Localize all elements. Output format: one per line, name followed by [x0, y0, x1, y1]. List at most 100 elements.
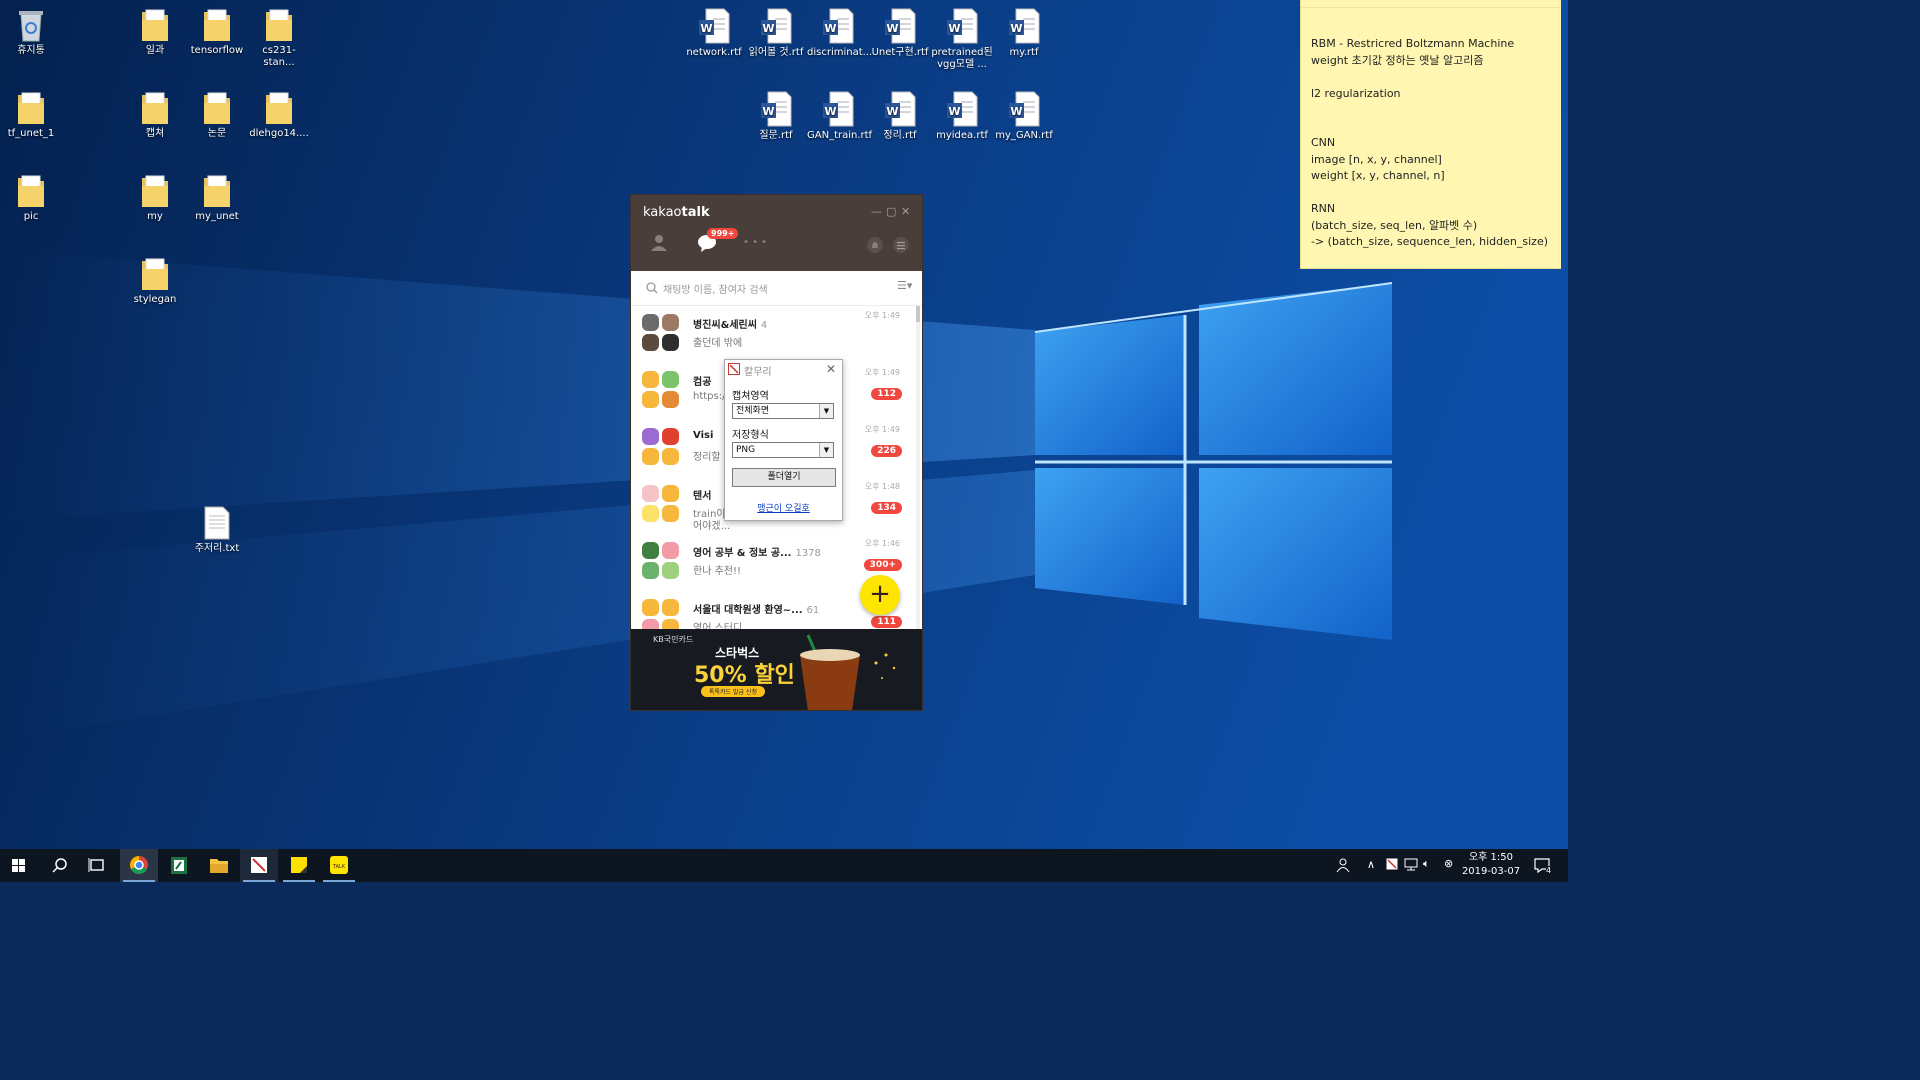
recycle-bin-icon	[19, 11, 43, 42]
desktop-icon[interactable]: W 질문.rtf	[745, 91, 807, 142]
ime-icon[interactable]: ⊗	[1444, 857, 1453, 870]
desktop-icon[interactable]: pic	[0, 174, 62, 223]
desktop-icon[interactable]: W GAN_train.rtf	[807, 91, 873, 142]
desktop-icon[interactable]: tensorflow	[186, 8, 248, 57]
folder-icon	[142, 92, 168, 124]
word-doc-icon: W	[1009, 8, 1040, 44]
svg-text:W: W	[1010, 22, 1022, 35]
avatar-tile	[642, 314, 659, 331]
desktop-icon[interactable]: tf_unet_1	[0, 91, 62, 140]
avatar-tile	[642, 619, 659, 629]
friends-tab-icon[interactable]	[651, 234, 667, 251]
more-tab-icon[interactable]: • • •	[743, 237, 767, 248]
svg-text:W: W	[1010, 105, 1022, 118]
desktop-icon[interactable]: cs231-stan...	[248, 8, 310, 69]
desktop-icon[interactable]: Wmy_GAN.rtf	[993, 91, 1055, 142]
network-icon[interactable]	[1404, 858, 1418, 871]
desktop-icon[interactable]: stylegan	[124, 257, 186, 306]
sort-menu-icon[interactable]: ☰▾	[897, 279, 912, 292]
sticky-notes-icon	[291, 857, 307, 873]
desktop-icon[interactable]: my	[124, 174, 186, 223]
desktop-icon[interactable]: W 읽어볼 것.rtf	[745, 8, 807, 59]
kakaotalk-icon: TALK	[330, 856, 348, 874]
close-button[interactable]: ✕	[901, 205, 910, 218]
folder-icon	[266, 92, 292, 124]
desktop-icon-label: my.rtf	[1009, 47, 1039, 58]
author-link[interactable]: 맹근이 오길호	[725, 501, 842, 514]
start-button[interactable]	[0, 849, 38, 882]
sticky-note-line: RNN	[1311, 202, 1336, 215]
desktop-icon-label: pretrained된	[931, 47, 993, 58]
chevron-up-icon[interactable]: ∧	[1367, 858, 1375, 871]
desktop-icon[interactable]: W 정리.rtf	[869, 91, 931, 142]
menu-icon[interactable]	[893, 237, 909, 253]
task-view-icon[interactable]	[78, 849, 116, 882]
save-format-select[interactable]: PNG ▼	[732, 442, 834, 458]
sticky-note-line: l2 regularization	[1311, 86, 1401, 100]
desktop-icon-label: stylegan	[133, 294, 177, 305]
desktop-icon[interactable]: 주저리.txt	[186, 506, 248, 555]
desktop-icon[interactable]: my_unet	[186, 174, 248, 223]
desktop-icon-label: dlehgo14....	[249, 128, 309, 139]
chat-name: 컴공	[693, 373, 715, 388]
desktop-icon[interactable]: 일과	[124, 8, 186, 57]
desktop-icon-label: myidea.rtf	[936, 130, 988, 141]
sticky-note[interactable]: RBM - Restricred Boltzmann Machine weight…	[1300, 0, 1561, 269]
desktop-icon-label: GAN_train.rtf	[807, 130, 873, 141]
taskbar-sticky-notes[interactable]	[280, 849, 318, 882]
search-input[interactable]: 채팅방 이름, 참여자 검색	[663, 281, 768, 296]
capture-dialog[interactable]: 칼무리 ✕ 캡쳐영역 전체화면 ▼ 저장형식 PNG ▼ 폴더열기 맹근이 오길…	[724, 359, 843, 521]
desktop-icon[interactable]: Wdiscriminat...	[807, 8, 872, 59]
taskbar-chrome[interactable]	[120, 849, 158, 882]
chat-search-bar[interactable]: 채팅방 이름, 참여자 검색 ☰▾	[631, 271, 922, 306]
desktop-icon[interactable]: Wmyidea.rtf	[931, 91, 993, 142]
desktop-icon[interactable]: 휴지통	[0, 8, 62, 57]
desktop-icon-label: my	[147, 211, 163, 222]
chat-list-scrollbar[interactable]	[916, 306, 920, 629]
desktop-icon[interactable]: W Unet구현.rtf	[869, 8, 931, 59]
taskbar-kakaotalk[interactable]: TALK	[320, 849, 358, 882]
unread-badge: 226	[871, 445, 902, 457]
chevron-down-icon[interactable]: ▼	[819, 443, 833, 457]
chevron-down-icon[interactable]: ▼	[819, 404, 833, 418]
kakaotalk-header: kakaotalk — ▢ ✕ 999+ • • •	[631, 195, 922, 271]
word-doc-icon: W	[947, 8, 978, 44]
desktop-icon[interactable]: Wnetwork.rtf	[683, 8, 745, 59]
capture-area-select[interactable]: 전체화면 ▼	[732, 403, 834, 419]
desktop-icon[interactable]: 캡쳐	[124, 91, 186, 140]
taskbar-file-explorer[interactable]	[200, 849, 238, 882]
avatar-tile	[662, 371, 679, 388]
search-icon[interactable]	[40, 849, 78, 882]
taskbar-excel[interactable]	[160, 849, 198, 882]
desktop-icon-label: 캡쳐	[145, 128, 165, 139]
sticky-note-titlebar[interactable]	[1301, 0, 1561, 8]
system-clock[interactable]: 오후 1:50 2019-03-07	[1458, 851, 1524, 879]
ad-banner[interactable]: KB국민카드 스타벅스 50% 할인 톡톡카드 발급 신청	[631, 629, 922, 710]
notification-badge: 999+	[707, 228, 739, 239]
chat-name-text: 서울대 대학원생 환영~...	[693, 605, 803, 616]
desktop-icon[interactable]: Wpretrained된 vgg모델 ...	[931, 8, 993, 71]
desktop-icon[interactable]: Wmy.rtf	[993, 8, 1055, 59]
kakaotalk-brand: kakaotalk	[643, 205, 710, 220]
word-doc-icon: W	[761, 8, 792, 44]
svg-text:W: W	[700, 22, 712, 35]
capture-close-icon[interactable]: ✕	[826, 362, 836, 376]
taskbar-capture-app[interactable]	[240, 849, 278, 882]
maximize-button[interactable]: ▢	[886, 205, 896, 218]
chat-row[interactable]: 병진씨&세린씨 4 출던데 밖에 오후 1:49	[631, 306, 916, 363]
chat-avatar	[642, 371, 680, 409]
svg-text:W: W	[762, 105, 774, 118]
open-folder-button[interactable]: 폴더열기	[732, 468, 836, 487]
capture-tray-icon[interactable]	[1386, 858, 1398, 870]
desktop-icon[interactable]: 논문	[186, 91, 248, 140]
new-chat-button[interactable]: +	[860, 575, 900, 615]
desktop-icon[interactable]: dlehgo14....	[248, 91, 310, 140]
minimize-button[interactable]: —	[871, 205, 882, 218]
volume-icon[interactable]: 🔈︎	[1423, 857, 1430, 871]
scrollbar-thumb[interactable]	[916, 306, 920, 322]
desktop-icon-label: 정리.rtf	[883, 130, 917, 141]
bell-icon[interactable]	[867, 237, 883, 253]
ad-apply-button[interactable]: 톡톡카드 발급 신청	[701, 686, 765, 697]
sticky-note-text[interactable]: RBM - Restricred Boltzmann Machine weight…	[1301, 8, 1561, 251]
people-icon[interactable]	[1336, 857, 1350, 873]
